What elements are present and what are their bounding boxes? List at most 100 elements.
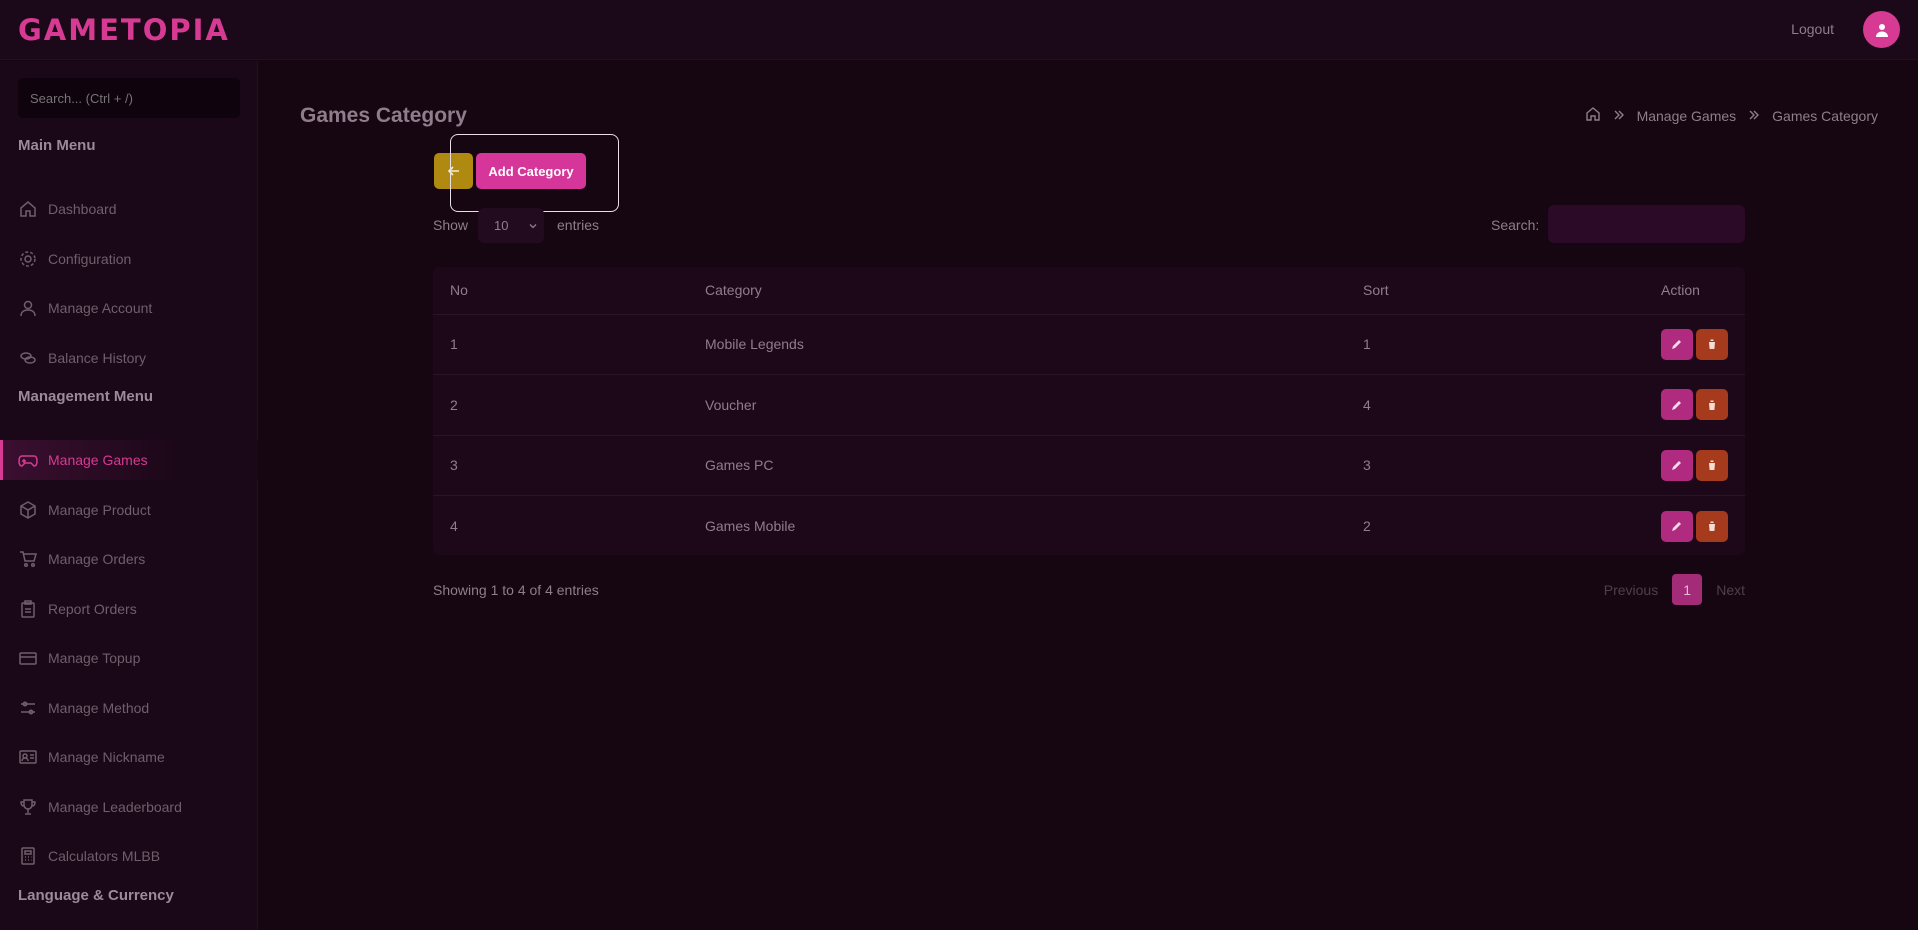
sidebar-item-balance-history[interactable]: Balance History (0, 338, 258, 378)
trash-icon (1708, 400, 1716, 410)
column-header-category[interactable]: Category (688, 267, 1346, 315)
delete-button[interactable] (1696, 389, 1728, 421)
chevrons-right-icon (1748, 108, 1760, 124)
brand-logo[interactable]: GAMETOPIA (18, 13, 230, 47)
delete-button[interactable] (1696, 449, 1728, 481)
clipboard-icon (18, 599, 38, 619)
sidebar-item-manage-product[interactable]: Manage Product (0, 490, 258, 530)
cell-sort: 4 (1346, 374, 1644, 436)
pencil-icon (1672, 400, 1681, 410)
main-menu-heading: Main Menu (18, 137, 96, 154)
sidebar-item-label: Manage Orders (48, 551, 146, 567)
cell-category: Games Mobile (705, 518, 796, 534)
cell-no: 3 (433, 435, 688, 496)
sidebar-item-label: Manage Product (48, 502, 151, 518)
gear-icon (18, 249, 38, 269)
table-info: Showing 1 to 4 of 4 entries (433, 582, 599, 598)
sidebar-search-input[interactable] (18, 78, 240, 118)
sidebar-item-label: Manage Topup (48, 650, 141, 666)
cell-action (1644, 314, 1745, 375)
management-menu-heading: Management Menu (18, 388, 154, 405)
show-label: Show (433, 217, 469, 233)
table-row: 3 Games PC 3 (433, 435, 1745, 496)
calculator-icon (18, 846, 38, 866)
sidebar-item-manage-nickname[interactable]: Manage Nickname (0, 737, 258, 777)
table-search-input[interactable] (1548, 205, 1745, 243)
table-row: 2 Voucher 4 (433, 374, 1745, 436)
cell-action (1644, 496, 1745, 557)
breadcrumb-games-category: Games Category (1772, 107, 1878, 124)
column-header-action: Action (1644, 267, 1745, 315)
pencil-icon (1672, 461, 1681, 471)
delete-button[interactable] (1696, 510, 1728, 542)
pagination: Previous 1 Next (1604, 574, 1745, 605)
home-icon (18, 199, 38, 219)
category-table: No Category Sort Action 1 Mobile Legends… (433, 267, 1745, 555)
page-1-button[interactable]: 1 (1672, 574, 1703, 605)
logout-link[interactable]: Logout (1791, 21, 1834, 37)
sidebar-item-manage-leaderboard[interactable]: Manage Leaderboard (0, 787, 258, 827)
sidebar: Main Menu Dashboard Configuration Manage… (0, 61, 258, 930)
sidebar-item-label: Report Orders (48, 601, 137, 617)
sidebar-item-manage-orders[interactable]: Manage Orders (0, 539, 258, 579)
pencil-icon (1672, 340, 1681, 350)
language-currency-heading: Language & Currency (18, 887, 174, 904)
table-row: 4 Games Mobile 2 (433, 496, 1745, 557)
back-button[interactable] (434, 153, 473, 189)
search-label: Search: (1491, 217, 1540, 233)
sidebar-item-label: Configuration (48, 251, 132, 267)
sidebar-item-label: Manage Games (48, 452, 148, 468)
home-icon[interactable] (1585, 106, 1601, 125)
trash-icon (1708, 460, 1716, 471)
page-length-select[interactable]: 10 (478, 208, 544, 243)
cell-category: Voucher (688, 374, 1346, 436)
id-card-icon (18, 747, 38, 767)
top-bar: GAMETOPIA Logout (0, 0, 1918, 60)
cell-no: 1 (433, 314, 688, 375)
edit-button[interactable] (1661, 328, 1693, 360)
sidebar-item-label: Manage Account (48, 300, 153, 316)
user-icon (18, 298, 38, 318)
add-category-button[interactable]: Add Category (476, 153, 586, 189)
sidebar-item-label: Balance History (48, 350, 147, 366)
sidebar-item-label: Calculators MLBB (48, 848, 161, 864)
previous-page-button[interactable]: Previous (1604, 582, 1658, 598)
sidebar-item-calculators-mlbb[interactable]: Calculators MLBB (0, 836, 258, 876)
entries-label: entries (557, 217, 600, 233)
sidebar-item-label: Manage Nickname (48, 749, 165, 765)
delete-button[interactable] (1696, 328, 1728, 360)
arrow-left-icon (447, 166, 459, 176)
edit-button[interactable] (1661, 389, 1693, 421)
wallet-icon (18, 648, 38, 668)
sidebar-item-report-orders[interactable]: Report Orders (0, 589, 258, 629)
column-header-sort[interactable]: Sort (1346, 267, 1644, 315)
trophy-icon (18, 797, 38, 817)
edit-button[interactable] (1661, 510, 1693, 542)
cell-action (1644, 374, 1745, 436)
table-row: 1 Mobile Legends 1 (433, 314, 1745, 375)
cell-sort: 2 (1363, 518, 1371, 534)
gamepad-icon (18, 450, 38, 470)
cell-sort: 1 (1346, 314, 1644, 375)
avatar[interactable] (1863, 11, 1900, 48)
sidebar-item-manage-account[interactable]: Manage Account (0, 288, 258, 328)
cell-action (1644, 435, 1745, 496)
sidebar-item-manage-games[interactable]: Manage Games (0, 440, 258, 480)
edit-button[interactable] (1661, 449, 1693, 481)
sidebar-item-manage-method[interactable]: Manage Method (0, 688, 258, 728)
sidebar-item-configuration[interactable]: Configuration (0, 239, 258, 279)
pencil-icon (1672, 522, 1681, 531)
sidebar-item-dashboard[interactable]: Dashboard (0, 189, 258, 229)
column-header-no[interactable]: No (433, 267, 688, 315)
sidebar-item-manage-topup[interactable]: Manage Topup (0, 638, 258, 678)
sidebar-item-label: Dashboard (48, 201, 117, 217)
next-page-button[interactable]: Next (1716, 582, 1745, 598)
sidebar-item-label: Manage Leaderboard (48, 799, 182, 815)
page-title: Games Category (300, 104, 467, 127)
chevron-down-icon (528, 219, 538, 234)
cell-category: Mobile Legends (688, 314, 1346, 375)
breadcrumb-manage-games[interactable]: Manage Games (1637, 108, 1737, 124)
table-header-row: No Category Sort Action (433, 267, 1745, 315)
breadcrumb: Manage Games Games Category (1585, 106, 1878, 125)
cell-category: Games PC (688, 435, 1346, 496)
